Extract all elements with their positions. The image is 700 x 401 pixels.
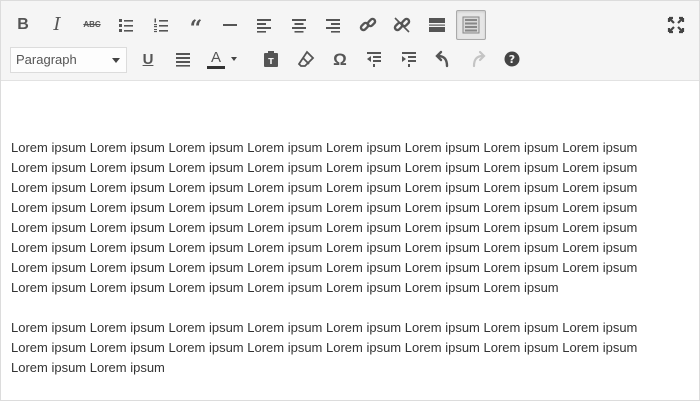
format-select[interactable]: Paragraph [10, 47, 127, 73]
link-icon [359, 17, 377, 32]
redo-icon [472, 50, 486, 68]
unlink-icon [393, 17, 411, 33]
eraser-icon [297, 50, 315, 67]
fullscreen-button[interactable] [662, 10, 690, 40]
help-icon: ? [504, 51, 520, 67]
underline-button[interactable]: U [134, 44, 162, 74]
editor-toolbar: B I ABC “ Paragraph U A T Ω ? [1, 1, 699, 81]
text-line: Lorem ipsum Lorem ipsum Lorem ipsum Lore… [11, 160, 638, 175]
clear-formatting-button[interactable] [292, 44, 320, 74]
insert-link-button[interactable] [354, 10, 382, 40]
toolbar-row-2: Paragraph U A T Ω ? [1, 44, 699, 76]
paste-as-text-button[interactable]: T [257, 44, 285, 74]
text-line: Lorem ipsum Lorem ipsum Lorem ipsum Lore… [11, 240, 638, 255]
align-right-icon [326, 19, 340, 33]
strikethrough-icon: ABC [83, 20, 101, 29]
horizontal-line-button[interactable] [216, 10, 244, 40]
special-character-button[interactable]: Ω [326, 44, 354, 74]
text-color-button[interactable]: A [203, 44, 243, 74]
text-color-icon: A [207, 50, 225, 69]
text-line: Lorem ipsum Lorem ipsum Lorem ipsum Lore… [11, 180, 638, 195]
svg-text:T: T [268, 57, 274, 66]
text-line: Lorem ipsum Lorem ipsum Lorem ipsum Lore… [11, 220, 638, 235]
undo-button[interactable] [429, 44, 457, 74]
bulleted-list-button[interactable] [112, 10, 140, 40]
italic-button[interactable]: I [43, 10, 71, 40]
italic-icon: I [53, 14, 61, 35]
svg-text:?: ? [509, 53, 515, 66]
paragraph: Lorem ipsum Lorem ipsum Lorem ipsum Lore… [11, 318, 691, 378]
text-line: Lorem ipsum Lorem ipsum Lorem ipsum Lore… [11, 200, 638, 215]
read-more-button[interactable] [423, 10, 451, 40]
format-select-value: Paragraph [16, 52, 77, 67]
justify-icon [176, 53, 190, 67]
read-more-icon [429, 18, 445, 32]
kitchen-sink-icon [462, 16, 480, 34]
toolbar-row-1: B I ABC “ [1, 10, 699, 42]
numbered-list-button[interactable] [147, 10, 175, 40]
align-left-button[interactable] [250, 10, 278, 40]
text-line: Lorem ipsum Lorem ipsum Lorem ipsum Lore… [11, 140, 638, 155]
text-line: Lorem ipsum Lorem ipsum Lorem ipsum Lore… [11, 320, 638, 335]
align-left-icon [257, 19, 271, 33]
justify-button[interactable] [169, 44, 197, 74]
blockquote-icon: “ [189, 16, 203, 42]
text-color-swatch [207, 65, 225, 69]
help-button[interactable]: ? [498, 44, 526, 74]
paste-text-icon: T [264, 51, 278, 67]
align-right-button[interactable] [319, 10, 347, 40]
bold-icon: B [17, 16, 29, 33]
blockquote-button[interactable]: “ [182, 10, 210, 40]
outdent-button[interactable] [360, 44, 388, 74]
align-center-button[interactable] [285, 10, 313, 40]
underline-icon: U [142, 50, 154, 68]
redo-button[interactable] [464, 44, 492, 74]
remove-link-button[interactable] [388, 10, 416, 40]
text-line: Lorem ipsum Lorem ipsum [11, 360, 165, 375]
indent-icon [402, 52, 416, 67]
chevron-down-icon [112, 58, 120, 63]
bulleted-list-icon [119, 19, 133, 32]
align-center-icon [292, 19, 306, 33]
indent-button[interactable] [395, 44, 423, 74]
chevron-down-icon [231, 57, 237, 61]
bold-button[interactable]: B [9, 10, 37, 40]
rich-text-editor: B I ABC “ Paragraph U A T Ω ? Lorem ipsu… [0, 0, 700, 401]
outdent-icon [367, 52, 381, 67]
editor-content[interactable]: Lorem ipsum Lorem ipsum Lorem ipsum Lore… [11, 138, 691, 378]
paragraph: Lorem ipsum Lorem ipsum Lorem ipsum Lore… [11, 138, 691, 298]
text-line: Lorem ipsum Lorem ipsum Lorem ipsum Lore… [11, 340, 638, 355]
strikethrough-button[interactable]: ABC [78, 10, 106, 40]
omega-icon: Ω [333, 49, 347, 69]
numbered-list-icon [154, 18, 168, 33]
toolbar-toggle-button[interactable] [456, 10, 486, 40]
text-line: Lorem ipsum Lorem ipsum Lorem ipsum Lore… [11, 260, 638, 275]
undo-icon [435, 50, 449, 68]
fullscreen-icon [667, 16, 685, 34]
horizontal-line-icon [223, 24, 237, 26]
text-line: Lorem ipsum Lorem ipsum Lorem ipsum Lore… [11, 280, 559, 295]
